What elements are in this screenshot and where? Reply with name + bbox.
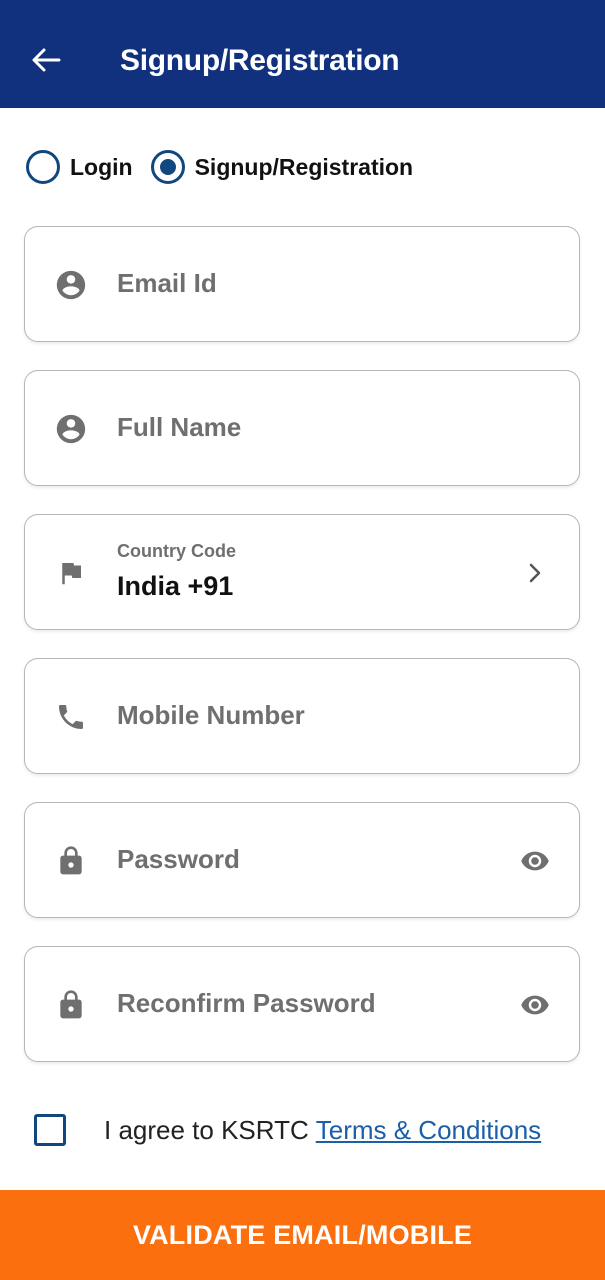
flag-icon	[53, 555, 89, 591]
app-bar: Signup/Registration	[0, 0, 605, 108]
eye-icon[interactable]	[515, 987, 555, 1023]
lock-icon	[53, 843, 89, 879]
arrow-left-icon	[31, 47, 61, 78]
account-circle-icon	[53, 267, 89, 303]
login-radio[interactable]	[26, 150, 60, 184]
reconfirm-password-placeholder: Reconfirm Password	[117, 988, 376, 1018]
terms-conditions-link[interactable]: Terms & Conditions	[316, 1115, 541, 1146]
mode-selector: Login Signup/Registration	[26, 148, 431, 186]
terms-agreement-text: I agree to KSRTC	[104, 1114, 309, 1145]
lock-icon	[53, 987, 89, 1023]
signup-radio[interactable]	[150, 150, 185, 184]
mobile-number-placeholder: Mobile Number	[117, 700, 305, 730]
country-code-value: India +91	[117, 571, 234, 601]
password-placeholder: Password	[117, 844, 240, 874]
page-title: Signup/Registration	[120, 44, 400, 77]
email-field[interactable]: Email Id	[24, 226, 580, 342]
eye-icon[interactable]	[515, 843, 555, 879]
terms-agreement-row: I agree to KSRTC Terms & Conditions	[34, 1110, 541, 1150]
phone-icon	[53, 699, 89, 735]
validate-button-label: VALIDATE EMAIL/MOBILE	[132, 1219, 473, 1250]
full-name-placeholder: Full Name	[117, 412, 242, 442]
full-name-field[interactable]: Full Name	[24, 370, 580, 486]
login-radio-option[interactable]: Login	[26, 150, 133, 184]
signup-radio-option[interactable]: Signup/Registration	[150, 150, 414, 184]
login-radio-label: Login	[70, 153, 133, 180]
mobile-number-field[interactable]: Mobile Number	[24, 658, 580, 774]
reconfirm-password-field[interactable]: Reconfirm Password	[24, 946, 580, 1062]
signup-radio-label: Signup/Registration	[194, 153, 414, 180]
country-code-label: Country Code	[117, 541, 236, 561]
validate-email-mobile-button[interactable]: VALIDATE EMAIL/MOBILE	[0, 1190, 605, 1280]
account-circle-icon	[53, 411, 89, 447]
terms-checkbox[interactable]	[34, 1114, 66, 1146]
password-field[interactable]: Password	[24, 802, 580, 918]
email-placeholder: Email Id	[117, 268, 217, 298]
chevron-right-icon	[515, 555, 555, 591]
country-code-select[interactable]: Country Code India +91	[24, 514, 580, 630]
back-button[interactable]	[26, 40, 66, 84]
